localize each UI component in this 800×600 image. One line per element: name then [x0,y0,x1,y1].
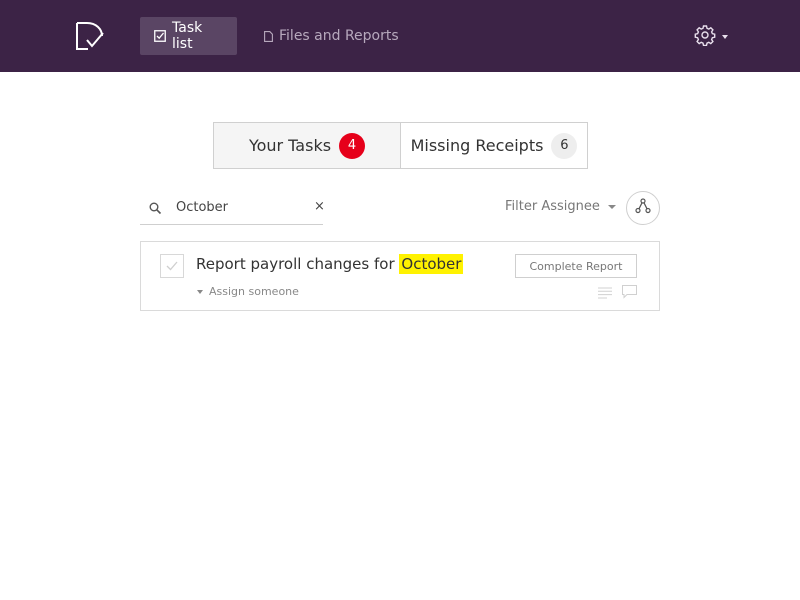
chevron-down-icon [607,204,616,209]
document-icon [264,30,273,42]
tab-task-list[interactable]: Task list [140,17,237,55]
segment-missing-receipts[interactable]: Missing Receipts 6 [401,123,587,168]
tab-files-and-reports-label: Files and Reports [279,28,399,44]
tab-files-and-reports[interactable]: Files and Reports [250,17,413,55]
app-logo-icon[interactable] [74,20,106,52]
segment-your-tasks-label: Your Tasks [248,136,332,155]
task-title-text: Report payroll changes for [196,255,395,273]
hierarchy-view-button[interactable] [626,191,660,225]
search-icon [149,200,162,219]
gear-icon [694,24,716,50]
settings-menu[interactable] [694,24,728,50]
missing-receipts-count-badge: 6 [551,132,578,159]
tab-task-list-label: Task list [172,20,203,52]
complete-report-button[interactable]: Complete Report [515,254,637,278]
comment-icon[interactable] [622,284,637,303]
assign-someone-label: Assign someone [209,285,299,298]
clear-search-icon[interactable]: × [314,199,325,215]
search-highlight: October [399,254,464,274]
filter-assignee-label: Filter Assignee [505,199,600,214]
segment-your-tasks[interactable]: Your Tasks 4 [214,123,401,168]
task-complete-checkbox[interactable] [160,254,184,278]
org-chart-icon [635,198,651,218]
notes-icon[interactable] [598,284,612,303]
task-segment-control: Your Tasks 4 Missing Receipts 6 [213,122,588,169]
assign-someone-dropdown[interactable]: Assign someone [197,285,299,298]
search-box: × [140,190,325,225]
task-title[interactable]: Report payroll changes for October [196,254,464,274]
filter-assignee-dropdown[interactable]: Filter Assignee [505,199,616,214]
task-item: Report payroll changes for October Assig… [140,241,660,311]
caret-down-icon [197,289,203,294]
your-tasks-count-badge: 4 [339,132,366,159]
chevron-down-icon [722,35,728,39]
search-input[interactable] [176,197,301,217]
segment-missing-receipts-label: Missing Receipts [410,136,544,155]
top-nav-bar: Task list Files and Reports [0,0,800,72]
checkbox-icon [154,30,166,42]
